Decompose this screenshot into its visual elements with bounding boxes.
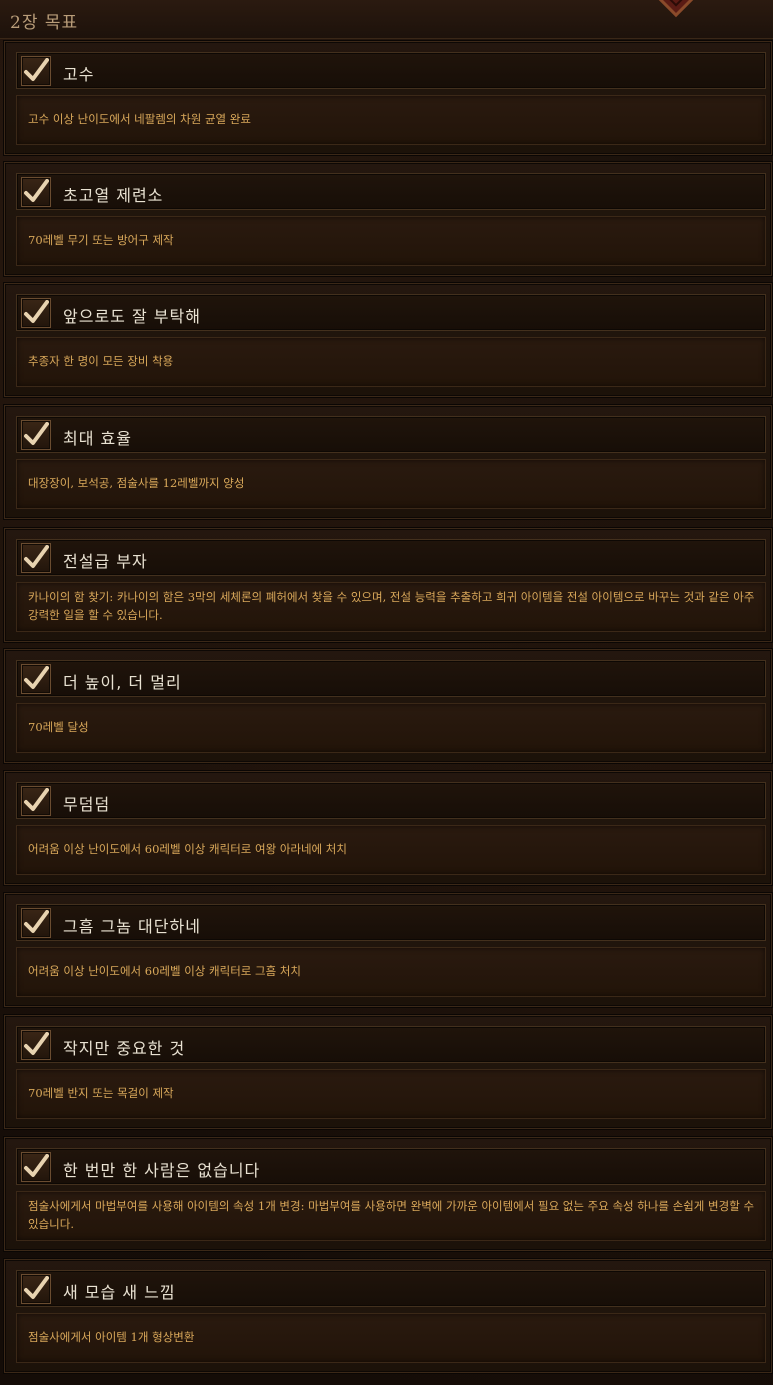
checkmark-icon: [24, 545, 49, 568]
checkmark-icon: [24, 1032, 49, 1055]
checkmark-icon: [24, 910, 49, 933]
achievement-description: 추종자 한 명이 모든 장비 착용: [28, 354, 174, 368]
checkmark-icon: [24, 666, 49, 689]
achievement-page: 2장 목표 고수고수 이상 난이도에서 네팔렘의 차원 균열 완료초고열 제련소…: [0, 0, 773, 1385]
achievement-description-box: 70레벨 달성: [16, 703, 766, 753]
completed-checkbox: [21, 786, 51, 816]
achievement-header: 초고열 제련소: [16, 173, 766, 210]
checkmark-icon: [24, 58, 49, 81]
achievement-header: 무덤덤: [16, 782, 766, 819]
achievement-description-box: 어려움 이상 난이도에서 60레벨 이상 캐릭터로 그흠 처치: [16, 947, 766, 997]
completed-checkbox: [21, 1274, 51, 1304]
achievement-header: 고수: [16, 52, 766, 89]
achievement-card[interactable]: 전설급 부자카나이의 함 찾기: 카나이의 함은 3막의 세체론의 폐허에서 찾…: [4, 528, 772, 642]
completed-checkbox: [21, 543, 51, 573]
checkmark-icon: [24, 1276, 49, 1299]
completed-checkbox: [21, 177, 51, 207]
achievement-header: 앞으로도 잘 부탁해: [16, 294, 766, 331]
completed-checkbox: [21, 56, 51, 86]
achievement-card[interactable]: 고수고수 이상 난이도에서 네팔렘의 차원 균열 완료: [4, 41, 772, 155]
completed-checkbox: [21, 420, 51, 450]
achievement-card[interactable]: 그흠 그놈 대단하네어려움 이상 난이도에서 60레벨 이상 캐릭터로 그흠 처…: [4, 893, 772, 1007]
chapter-header: 2장 목표: [0, 0, 773, 39]
achievement-header: 전설급 부자: [16, 539, 766, 576]
emblem-icon: [642, 0, 710, 18]
achievement-header: 최대 효율: [16, 416, 766, 453]
chapter-title: 2장 목표: [10, 13, 79, 33]
achievement-title: 작지만 중요한 것: [63, 1039, 186, 1058]
achievement-description: 점술사에게서 아이템 1개 형상변환: [28, 1330, 195, 1344]
achievement-description-box: 점술사에게서 마법부여를 사용해 아이템의 속성 1개 변경: 마법부여를 사용…: [16, 1191, 766, 1241]
achievement-description: 점술사에게서 마법부여를 사용해 아이템의 속성 1개 변경: 마법부여를 사용…: [28, 1199, 755, 1231]
achievement-header: 그흠 그놈 대단하네: [16, 904, 766, 941]
achievement-description-box: 대장장이, 보석공, 점술사를 12레벨까지 양성: [16, 459, 766, 509]
achievement-description: 어려움 이상 난이도에서 60레벨 이상 캐릭터로 그흠 처치: [28, 964, 301, 978]
completed-checkbox: [21, 1030, 51, 1060]
achievement-description: 70레벨 무기 또는 방어구 제작: [28, 233, 174, 247]
achievement-header: 새 모습 새 느낌: [16, 1270, 766, 1307]
achievement-title: 고수: [63, 65, 95, 84]
achievement-header: 한 번만 한 사람은 없습니다: [16, 1148, 766, 1185]
achievement-card[interactable]: 더 높이, 더 멀리 70레벨 달성: [4, 649, 772, 763]
achievement-description: 고수 이상 난이도에서 네팔렘의 차원 균열 완료: [28, 112, 251, 126]
achievement-title: 새 모습 새 느낌: [63, 1283, 176, 1302]
achievement-description: 카나이의 함 찾기: 카나이의 함은 3막의 세체론의 폐허에서 찾을 수 있으…: [28, 590, 755, 622]
achievement-card[interactable]: 새 모습 새 느낌점술사에게서 아이템 1개 형상변환: [4, 1259, 772, 1373]
completed-checkbox: [21, 298, 51, 328]
achievement-card[interactable]: 무덤덤어려움 이상 난이도에서 60레벨 이상 캐릭터로 여왕 아라네에 처치: [4, 771, 772, 885]
completed-checkbox: [21, 1152, 51, 1182]
achievement-description: 어려움 이상 난이도에서 60레벨 이상 캐릭터로 여왕 아라네에 처치: [28, 842, 347, 856]
achievement-description-box: 어려움 이상 난이도에서 60레벨 이상 캐릭터로 여왕 아라네에 처치: [16, 825, 766, 875]
achievement-title: 무덤덤: [63, 795, 111, 814]
achievement-description: 70레벨 달성: [28, 720, 89, 734]
achievement-description-box: 70레벨 반지 또는 목걸이 제작: [16, 1069, 766, 1119]
achievement-card[interactable]: 작지만 중요한 것 70레벨 반지 또는 목걸이 제작: [4, 1015, 772, 1129]
completed-checkbox: [21, 664, 51, 694]
achievement-card[interactable]: 앞으로도 잘 부탁해추종자 한 명이 모든 장비 착용: [4, 283, 772, 397]
checkmark-icon: [24, 422, 49, 445]
checkmark-icon: [24, 1154, 49, 1177]
checkmark-icon: [24, 300, 49, 323]
achievement-description-box: 고수 이상 난이도에서 네팔렘의 차원 균열 완료: [16, 95, 766, 145]
achievement-card[interactable]: 초고열 제련소 70레벨 무기 또는 방어구 제작: [4, 162, 772, 276]
achievement-title: 그흠 그놈 대단하네: [63, 917, 201, 936]
achievement-card[interactable]: 한 번만 한 사람은 없습니다점술사에게서 마법부여를 사용해 아이템의 속성 …: [4, 1137, 772, 1251]
completed-checkbox: [21, 908, 51, 938]
achievement-card[interactable]: 최대 효율대장장이, 보석공, 점술사를 12레벨까지 양성: [4, 405, 772, 519]
achievement-description-box: 70레벨 무기 또는 방어구 제작: [16, 216, 766, 266]
achievement-description-box: 카나이의 함 찾기: 카나이의 함은 3막의 세체론의 폐허에서 찾을 수 있으…: [16, 582, 766, 632]
achievement-title: 앞으로도 잘 부탁해: [63, 307, 201, 326]
achievement-title: 한 번만 한 사람은 없습니다: [63, 1161, 261, 1180]
achievement-description-box: 추종자 한 명이 모든 장비 착용: [16, 337, 766, 387]
achievement-title: 더 높이, 더 멀리: [63, 673, 182, 692]
checkmark-icon: [24, 179, 49, 202]
achievement-title: 전설급 부자: [63, 552, 148, 571]
achievement-title: 초고열 제련소: [63, 186, 164, 205]
achievement-description: 70레벨 반지 또는 목걸이 제작: [28, 1086, 174, 1100]
achievement-description-box: 점술사에게서 아이템 1개 형상변환: [16, 1313, 766, 1363]
achievement-header: 더 높이, 더 멀리: [16, 660, 766, 697]
achievement-title: 최대 효율: [63, 429, 132, 448]
achievement-header: 작지만 중요한 것: [16, 1026, 766, 1063]
checkmark-icon: [24, 788, 49, 811]
achievement-description: 대장장이, 보석공, 점술사를 12레벨까지 양성: [28, 476, 245, 490]
